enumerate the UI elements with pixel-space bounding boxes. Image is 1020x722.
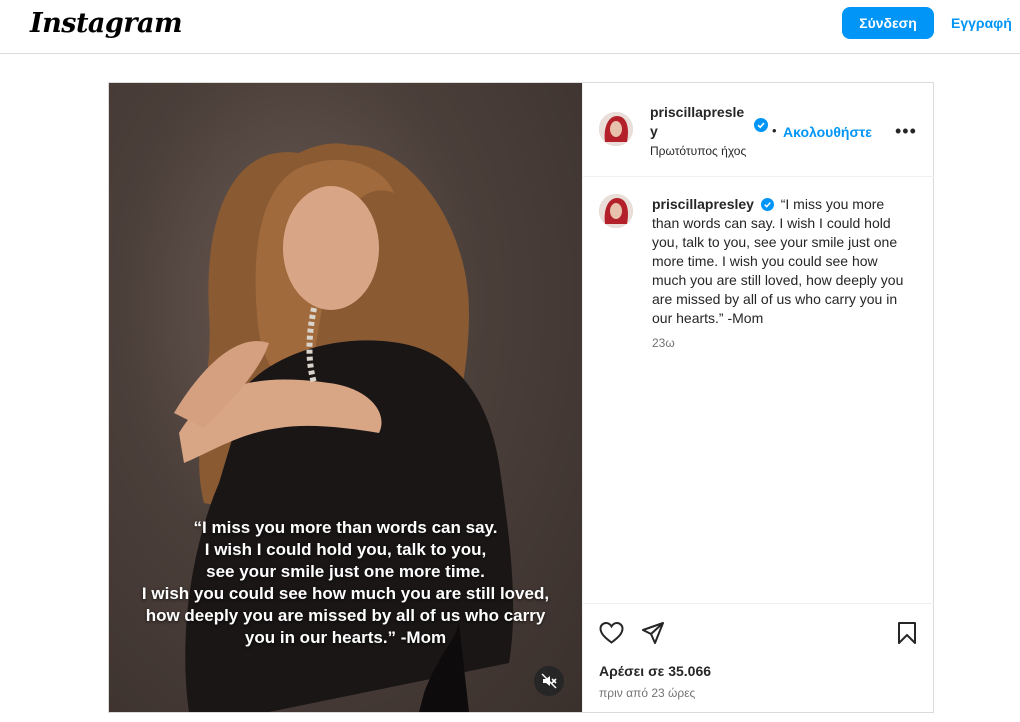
signup-link[interactable]: Εγγραφή xyxy=(951,15,1012,31)
likes-count[interactable]: Αρέσει σε 35.066 xyxy=(599,663,711,679)
separator-dot: • xyxy=(772,123,777,138)
profile-photo-icon xyxy=(599,112,633,146)
mute-button[interactable] xyxy=(534,666,564,696)
post-side-panel: priscillapresley • Ακολουθήστε ••• Πρωτό… xyxy=(582,83,934,712)
more-options-icon[interactable]: ••• xyxy=(895,121,917,142)
caption-text: “I miss you more than words can say. I w… xyxy=(652,196,904,326)
overlay-line: you in our hearts.” -Mom xyxy=(244,628,447,647)
overlay-line: how deeply you are missed by all of us w… xyxy=(145,606,546,625)
post-video[interactable]: “I miss you more than words can say. I w… xyxy=(109,83,582,712)
overlay-line: I wish you could see how much you are st… xyxy=(141,584,550,603)
verified-badge-icon xyxy=(754,118,768,132)
avatar[interactable] xyxy=(599,112,633,146)
login-button[interactable]: Σύνδεση xyxy=(842,7,934,39)
post-header: priscillapresley • Ακολουθήστε ••• Πρωτό… xyxy=(583,83,934,177)
avatar[interactable] xyxy=(599,194,633,228)
follow-button[interactable]: Ακολουθήστε xyxy=(783,124,872,140)
post-caption: priscillapresley “I miss you more than w… xyxy=(652,195,910,328)
profile-photo-icon xyxy=(599,194,633,228)
instagram-logo[interactable]: Instagram xyxy=(30,8,183,39)
heart-icon[interactable] xyxy=(599,621,624,645)
overlay-line: I wish I could hold you, talk to you, xyxy=(204,540,487,559)
original-audio-link[interactable]: Πρωτότυπος ήχος xyxy=(650,144,746,158)
bookmark-icon[interactable] xyxy=(897,621,917,645)
author-username[interactable]: priscillapresley xyxy=(650,103,750,141)
overlay-line: “I miss you more than words can say. xyxy=(193,518,498,537)
post-card: “I miss you more than words can say. I w… xyxy=(108,82,934,713)
caption-timestamp[interactable]: 23ω xyxy=(652,336,675,350)
speaker-muted-icon xyxy=(541,673,557,689)
overlay-line: see your smile just one more time. xyxy=(206,562,485,581)
post-actions: Αρέσει σε 35.066 πριν από 23 ώρες xyxy=(583,603,934,712)
video-caption-overlay: “I miss you more than words can say. I w… xyxy=(109,517,582,649)
top-navigation-bar: Instagram Σύνδεση Εγγραφή xyxy=(0,0,1020,54)
caption-username[interactable]: priscillapresley xyxy=(652,196,754,212)
share-icon[interactable] xyxy=(641,621,665,645)
verified-badge-icon xyxy=(760,198,774,211)
post-date[interactable]: πριν από 23 ώρες xyxy=(599,686,695,700)
